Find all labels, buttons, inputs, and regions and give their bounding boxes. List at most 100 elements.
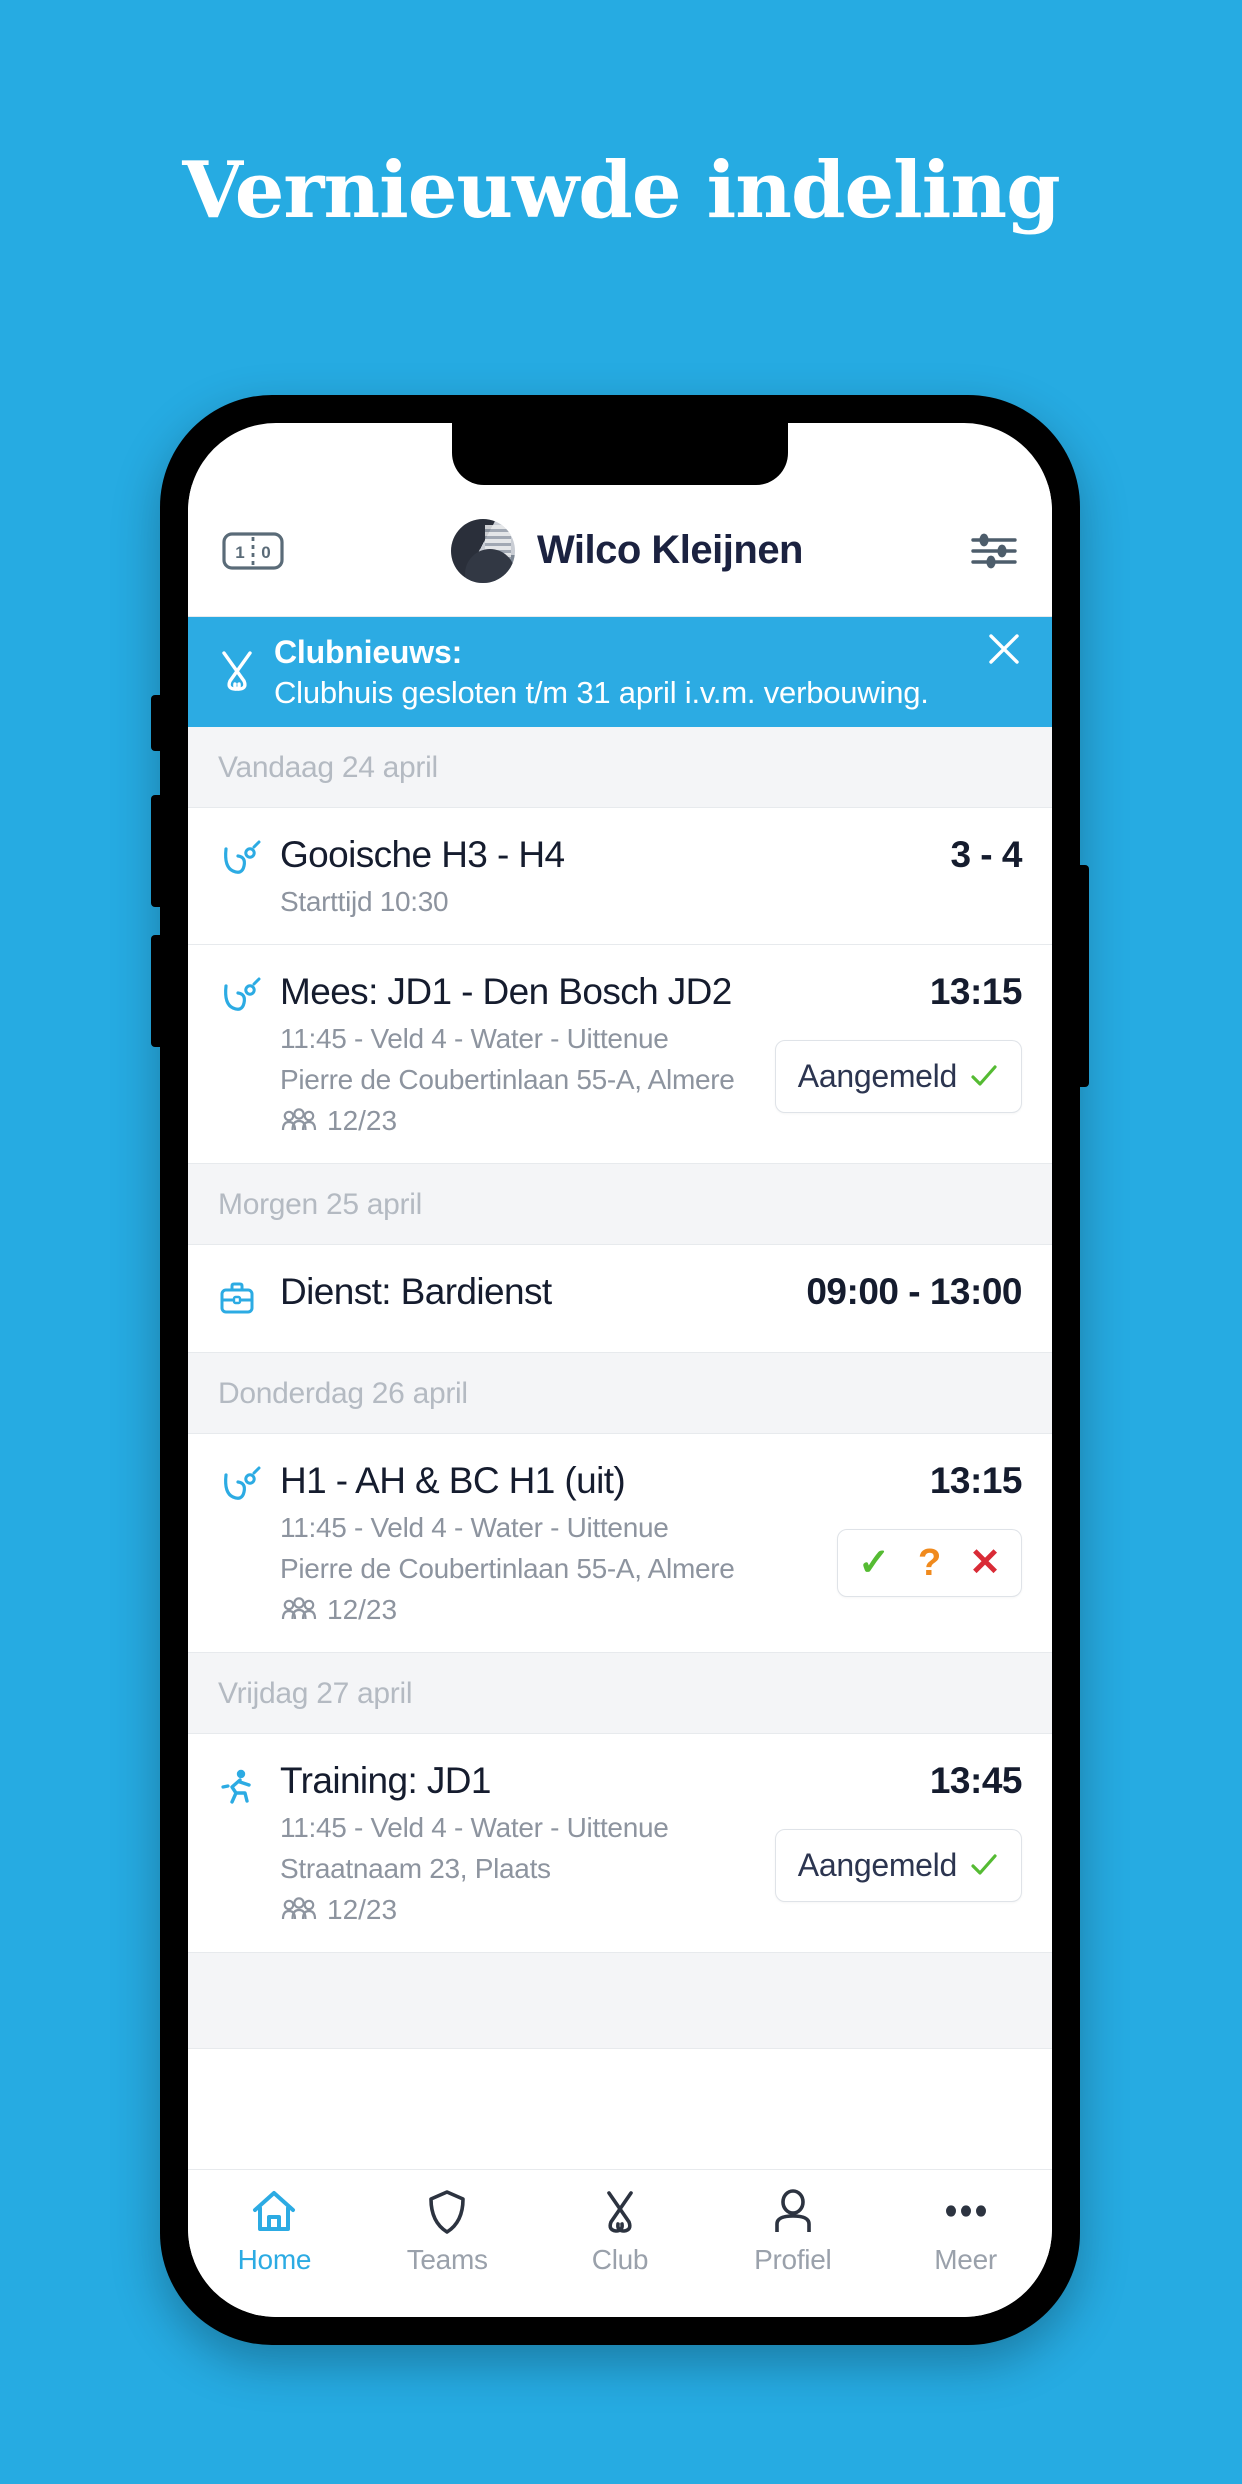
- check-icon: [971, 1854, 997, 1875]
- event-title: Gooische H3 - H4: [280, 834, 565, 875]
- tab-club[interactable]: Club: [534, 2186, 707, 2276]
- day-header: Vrijdag 27 april: [188, 1652, 1052, 1734]
- app-header: 1 0 Wilco Kleijnen: [188, 485, 1052, 617]
- availability-choice-group[interactable]: ✓ ? ✕: [837, 1528, 1022, 1597]
- event-body: Dienst: Bardienst: [266, 1271, 794, 1326]
- event-title: Mees: JD1 - Den Bosch JD2: [280, 970, 732, 1012]
- banner-message: Clubhuis gesloten t/m 31 april i.v.m. ve…: [274, 674, 929, 710]
- attendance-count: 12/23: [327, 1104, 398, 1136]
- event-time: 13:15: [929, 970, 1023, 1012]
- event-detail-line: 11:45 - Veld 4 - Water - Uittenue: [280, 1511, 669, 1543]
- phone-mockup: 1 0 Wilco Kleijnen Clubnieuws: Clubhuis …: [151, 395, 1089, 2345]
- club-news-banner[interactable]: Clubnieuws: Clubhuis gesloten t/m 31 apr…: [188, 617, 1052, 727]
- close-icon[interactable]: [982, 627, 1026, 671]
- day-header: Morgen 25 april: [188, 1163, 1052, 1245]
- event-detail-line: Starttijd 10:30: [280, 885, 449, 917]
- day-header: Vandaag 24 april: [188, 727, 1052, 808]
- event-row[interactable]: Dienst: Bardienst 09:00 - 13:00: [188, 1244, 1052, 1353]
- event-right: 13:45 Aangemeld: [763, 1759, 1023, 1926]
- user-name: Wilco Kleijnen: [536, 528, 804, 572]
- hockey-stick-icon: [214, 1460, 266, 1626]
- event-right: 13:15 Aangemeld: [763, 970, 1023, 1137]
- event-row[interactable]: Gooische H3 - H4 Starttijd 10:30 3 - 4: [188, 808, 1052, 945]
- svg-text:0: 0: [261, 543, 270, 562]
- event-right: 13:15 ✓ ? ✕: [825, 1459, 1023, 1626]
- event-location: Pierre de Coubertinlaan 55-A, Almere: [280, 1552, 735, 1584]
- event-detail-line: 11:45 - Veld 4 - Water - Uittenue: [280, 1022, 669, 1054]
- event-right: 3 - 4: [938, 834, 1022, 918]
- people-icon: [281, 1597, 317, 1619]
- sliders-icon[interactable]: [970, 529, 1018, 573]
- tab-profiel[interactable]: Profiel: [706, 2186, 879, 2276]
- day-header: Donderdag 26 april: [188, 1352, 1052, 1434]
- scoreboard-icon[interactable]: 1 0: [222, 531, 284, 571]
- event-attendance: 12/23: [280, 1594, 825, 1626]
- event-score: 3 - 4: [950, 834, 1022, 875]
- bottom-tabbar: Home Teams Club Profiel Meer: [188, 2169, 1052, 2317]
- feed-spacer: [188, 1952, 1052, 2049]
- phone-notch: [452, 423, 788, 485]
- ellipsis-icon: [945, 2205, 986, 2217]
- tab-label: Club: [591, 2244, 649, 2275]
- event-title: H1 - AH & BC H1 (uit): [280, 1459, 626, 1501]
- event-feed: Vandaag 24 april Gooische H3 - H4 Startt…: [188, 727, 1052, 2049]
- svg-text:1: 1: [235, 543, 244, 562]
- event-body: Training: JD1 11:45 - Veld 4 - Water - U…: [266, 1760, 763, 1926]
- event-location: Pierre de Coubertinlaan 55-A, Almere: [280, 1063, 735, 1095]
- event-row[interactable]: H1 - AH & BC H1 (uit) 11:45 - Veld 4 - W…: [188, 1433, 1052, 1653]
- attendance-count: 12/23: [327, 1593, 398, 1625]
- event-body: Mees: JD1 - Den Bosch JD2 11:45 - Veld 4…: [266, 971, 763, 1137]
- briefcase-icon: [214, 1271, 266, 1326]
- tab-label: Profiel: [754, 2244, 832, 2275]
- event-detail-line: 11:45 - Veld 4 - Water - Uittenue: [280, 1811, 669, 1843]
- event-body: H1 - AH & BC H1 (uit) 11:45 - Veld 4 - W…: [266, 1460, 825, 1626]
- event-title: Training: JD1: [280, 1759, 491, 1801]
- event-title: Dienst: Bardienst: [280, 1270, 552, 1312]
- phone-screen: 1 0 Wilco Kleijnen Clubnieuws: Clubhuis …: [188, 423, 1052, 2317]
- tab-teams[interactable]: Teams: [361, 2186, 534, 2276]
- page-title: Vernieuwde indeling: [182, 145, 1060, 236]
- home-icon: [253, 2191, 296, 2231]
- tab-home[interactable]: Home: [188, 2186, 361, 2276]
- event-location: Straatnaam 23, Plaats: [280, 1852, 551, 1884]
- event-time: 09:00 - 13:00: [806, 1270, 1022, 1312]
- avatar[interactable]: [450, 518, 515, 583]
- banner-text: Clubnieuws: Clubhuis gesloten t/m 31 apr…: [274, 632, 982, 713]
- signup-status-button[interactable]: Aangemeld: [774, 1828, 1022, 1902]
- running-icon: [214, 1760, 266, 1926]
- person-icon: [774, 2189, 811, 2232]
- event-time: 13:15: [929, 1459, 1023, 1501]
- power-button[interactable]: [1077, 865, 1089, 1087]
- tab-label: Teams: [406, 2244, 488, 2275]
- availability-yes-button[interactable]: ✓: [858, 1544, 890, 1582]
- event-time: 13:45: [929, 1759, 1023, 1801]
- event-attendance: 12/23: [280, 1894, 763, 1926]
- attendance-count: 12/23: [327, 1893, 398, 1925]
- tab-meer[interactable]: Meer: [879, 2186, 1052, 2276]
- signup-status-button[interactable]: Aangemeld: [774, 1039, 1022, 1113]
- volume-down-button[interactable]: [151, 935, 163, 1047]
- hockey-stick-icon: [214, 834, 266, 918]
- crossed-sticks-icon: [607, 2191, 633, 2233]
- signup-status-label: Aangemeld: [797, 1057, 958, 1094]
- event-body: Gooische H3 - H4 Starttijd 10:30: [266, 834, 938, 918]
- event-attendance: 12/23: [280, 1105, 763, 1137]
- shield-icon: [429, 2190, 465, 2234]
- availability-maybe-button[interactable]: ?: [918, 1544, 941, 1582]
- check-icon: [971, 1065, 997, 1086]
- mute-switch[interactable]: [151, 695, 163, 751]
- hockey-stick-icon: [214, 971, 266, 1137]
- event-row[interactable]: Training: JD1 11:45 - Veld 4 - Water - U…: [188, 1733, 1052, 1953]
- crossed-hockey-sticks-icon: [222, 651, 252, 691]
- event-row[interactable]: Mees: JD1 - Den Bosch JD2 11:45 - Veld 4…: [188, 944, 1052, 1164]
- people-icon: [281, 1896, 317, 1919]
- volume-up-button[interactable]: [151, 795, 163, 907]
- header-user[interactable]: Wilco Kleijnen: [284, 518, 970, 583]
- tab-label: Meer: [934, 2244, 997, 2275]
- banner-title: Clubnieuws:: [274, 633, 463, 670]
- event-right: 09:00 - 13:00: [794, 1271, 1022, 1326]
- people-icon: [281, 1108, 317, 1130]
- signup-status-label: Aangemeld: [797, 1846, 958, 1883]
- tab-label: Home: [237, 2244, 312, 2275]
- availability-no-button[interactable]: ✕: [969, 1544, 1001, 1582]
